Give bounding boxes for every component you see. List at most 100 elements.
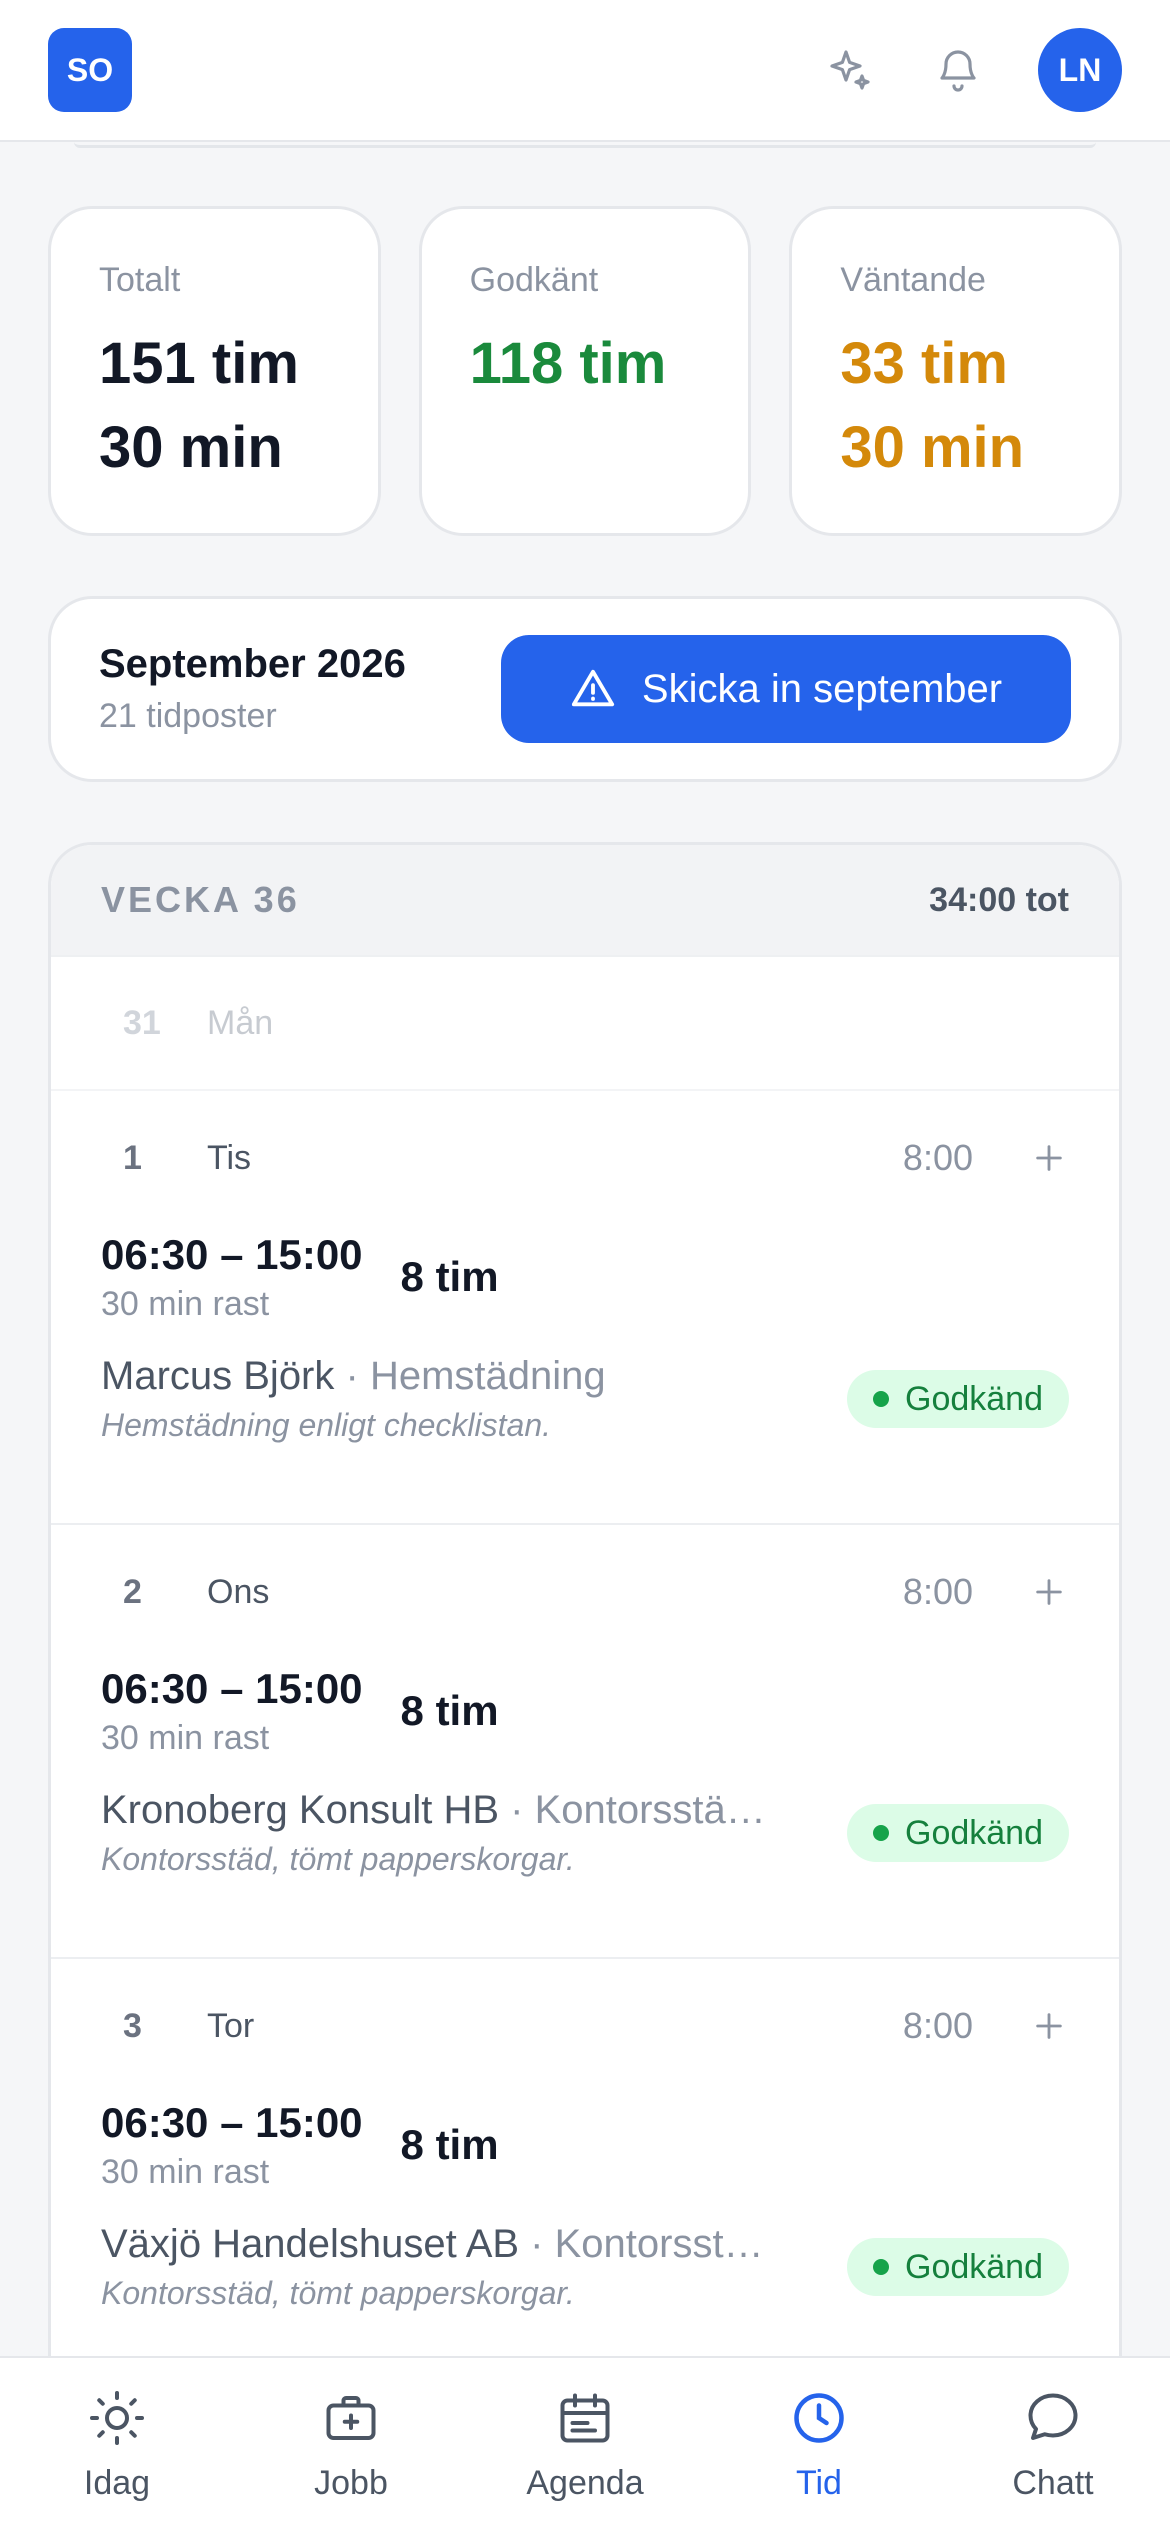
day-row-empty[interactable]: 31 Mån — [51, 957, 1119, 1091]
summary-label: Totalt — [99, 261, 181, 299]
entry-meta: Kronoberg Konsult HB · Kontorsstä… Konto… — [101, 1788, 1069, 1878]
scroll-edge-divider — [74, 142, 1096, 148]
summary-value: 30 min — [840, 415, 1025, 480]
entry-client-line: Växjö Handelshuset AB · Kontorsst… — [101, 2222, 764, 2267]
time-entry[interactable]: 06:30 – 15:00 30 min rast 8 tim Marcus B… — [51, 1229, 1119, 1444]
header-actions: LN — [822, 28, 1122, 112]
summary-card-approved: Godkänt 118 tim — [418, 206, 752, 536]
entry-break: 30 min rast — [101, 1719, 270, 1757]
entry-note: Kontorsstäd, tömt papperskorgar. — [101, 2275, 575, 2311]
entry-duration: 8 tim — [400, 1252, 499, 1300]
status-label: Godkänd — [905, 1813, 1043, 1852]
entry-service: · Kontorsstä… — [499, 1788, 766, 1832]
add-entry-button[interactable] — [1029, 1572, 1069, 1612]
entry-time-range: 06:30 – 15:00 — [101, 1665, 363, 1712]
entry-client-line: Kronoberg Konsult HB · Kontorsstä… — [101, 1788, 766, 1833]
nav-label: Idag — [83, 2464, 151, 2502]
summary-card-pending: Väntande 33 tim 30 min — [789, 206, 1123, 536]
calendar-icon — [553, 2386, 617, 2450]
day-section: 1 Tis 8:00 06:30 – 15:00 30 min rast 8 t… — [51, 1091, 1119, 1525]
bell-icon[interactable] — [930, 42, 986, 98]
day-name: Tor — [207, 2006, 255, 2045]
user-avatar[interactable]: LN — [1038, 28, 1122, 112]
add-entry-button[interactable] — [1029, 1138, 1069, 1178]
day-number: 1 — [123, 1138, 142, 1177]
day-name: Ons — [207, 1572, 270, 1611]
time-entry[interactable]: 06:30 – 15:00 30 min rast 8 tim Kronober… — [51, 1663, 1119, 1878]
month-bar: September 2026 21 tidposter Skicka in se… — [48, 596, 1122, 782]
day-hours: 8:00 — [902, 2005, 973, 2046]
summary-card-total: Totalt 151 tim 30 min — [48, 206, 381, 536]
week-card: VECKA 36 34:00 tot 31 Mån 1 Tis 8:00 06:… — [48, 842, 1122, 2532]
nav-label: Jobb — [314, 2464, 388, 2502]
entry-time-range: 06:30 – 15:00 — [101, 2099, 363, 2146]
day-section: 2 Ons 8:00 06:30 – 15:00 30 min rast 8 t… — [51, 1525, 1119, 1959]
bottom-nav: Idag Jobb Agenda Tid Chatt — [0, 2356, 1170, 2532]
nav-item-idag[interactable]: Idag — [0, 2358, 234, 2532]
week-total: 34:00 tot — [929, 880, 1069, 919]
summary-label: Väntande — [840, 261, 986, 299]
nav-item-jobb[interactable]: Jobb — [234, 2358, 468, 2532]
entry-time-row: 06:30 – 15:00 30 min rast 8 tim — [101, 1663, 1069, 1758]
day-number: 2 — [123, 1572, 142, 1611]
day-hours: 8:00 — [902, 1571, 973, 1612]
sparkles-icon[interactable] — [822, 42, 878, 98]
nav-label: Agenda — [526, 2464, 644, 2502]
app-header: SO LN — [0, 0, 1170, 142]
sun-icon — [85, 2386, 149, 2450]
entry-details: Växjö Handelshuset AB · Kontorsst… Konto… — [101, 2222, 764, 2312]
entry-break: 30 min rast — [101, 2153, 270, 2191]
summary-label: Godkänt — [469, 261, 599, 299]
nav-item-agenda[interactable]: Agenda — [468, 2358, 702, 2532]
time-entry[interactable]: 06:30 – 15:00 30 min rast 8 tim Växjö Ha… — [51, 2097, 1119, 2312]
nav-item-tid[interactable]: Tid — [702, 2358, 936, 2532]
warning-triangle-icon — [570, 666, 616, 712]
briefcase-icon — [319, 2386, 383, 2450]
entry-client: Kronoberg Konsult HB — [101, 1788, 500, 1832]
entry-break: 30 min rast — [101, 1285, 270, 1323]
chat-bubble-icon — [1021, 2386, 1085, 2450]
entry-time-row: 06:30 – 15:00 30 min rast 8 tim — [101, 1229, 1069, 1324]
summary-value: 151 tim — [99, 331, 299, 396]
nav-item-chatt[interactable]: Chatt — [936, 2358, 1170, 2532]
nav-label: Tid — [796, 2464, 842, 2502]
summary-value: 33 tim — [840, 331, 1008, 396]
entry-time-range: 06:30 – 15:00 — [101, 1231, 363, 1278]
status-badge: Godkänd — [847, 1370, 1069, 1428]
day-number: 3 — [123, 2006, 142, 2045]
entry-duration: 8 tim — [400, 1686, 499, 1734]
entry-service: · Kontorsst… — [519, 2222, 764, 2266]
week-title: VECKA 36 — [101, 879, 300, 920]
month-entry-count: 21 tidposter — [99, 697, 277, 735]
day-section: 3 Tor 8:00 06:30 – 15:00 30 min rast 8 t… — [51, 1959, 1119, 2393]
entry-meta: Marcus Björk · Hemstädning Hemstädning e… — [101, 1354, 1069, 1444]
entry-meta: Växjö Handelshuset AB · Kontorsst… Konto… — [101, 2222, 1069, 2312]
entry-time-row: 06:30 – 15:00 30 min rast 8 tim — [101, 2097, 1069, 2192]
entry-time-block: 06:30 – 15:00 30 min rast — [101, 1229, 363, 1324]
status-dot — [873, 2259, 889, 2275]
app-logo[interactable]: SO — [48, 28, 132, 112]
day-name: Tis — [207, 1138, 252, 1177]
add-entry-button[interactable] — [1029, 2006, 1069, 2046]
entry-time-block: 06:30 – 15:00 30 min rast — [101, 2097, 363, 2192]
day-row: 2 Ons 8:00 — [51, 1525, 1119, 1659]
status-badge: Godkänd — [847, 1804, 1069, 1862]
entry-time-block: 06:30 – 15:00 30 min rast — [101, 1663, 363, 1758]
submit-month-button[interactable]: Skicka in september — [501, 635, 1071, 743]
time-summary: Totalt 151 tim 30 min Godkänt 118 tim Vä… — [48, 206, 1123, 536]
week-header[interactable]: VECKA 36 34:00 tot — [51, 845, 1119, 957]
plus-icon — [1036, 1145, 1062, 1171]
entry-note: Hemstädning enligt checklistan. — [101, 1407, 552, 1443]
clock-icon — [787, 2386, 851, 2450]
status-badge: Godkänd — [847, 2238, 1069, 2296]
entry-client: Växjö Handelshuset AB — [101, 2222, 520, 2266]
day-row: 3 Tor 8:00 — [51, 1959, 1119, 2093]
day-number: 31 — [123, 1003, 161, 1042]
plus-icon — [1036, 1579, 1062, 1605]
entry-client: Marcus Björk — [101, 1354, 335, 1398]
plus-icon — [1036, 2013, 1062, 2039]
summary-value: 118 tim — [469, 331, 667, 396]
month-info: September 2026 21 tidposter — [99, 642, 406, 736]
nav-label: Chatt — [1012, 2464, 1094, 2502]
day-name: Mån — [207, 1003, 274, 1042]
